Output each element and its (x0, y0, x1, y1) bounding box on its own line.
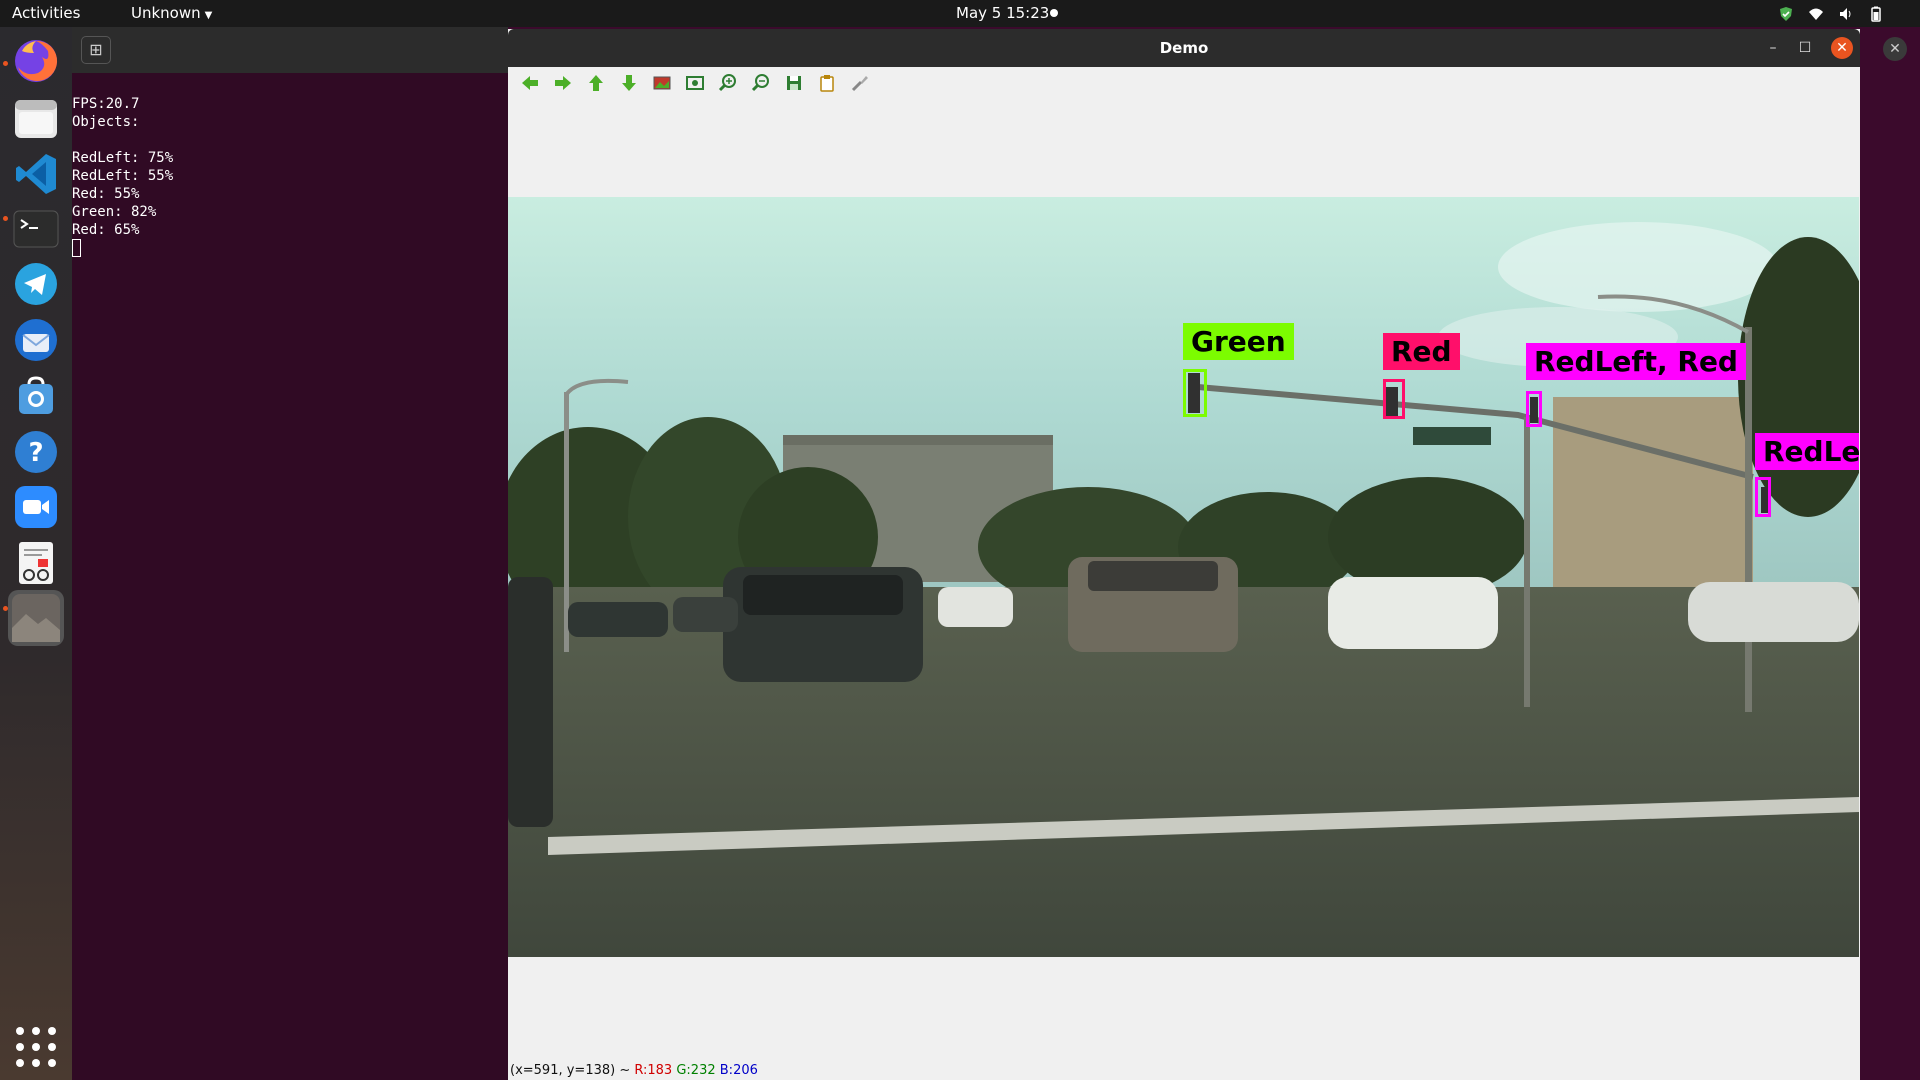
window-title: Demo (1159, 39, 1209, 57)
window-titlebar[interactable]: Demo – ☐ ✕ (508, 29, 1860, 67)
status-bar: (x=591, y=138) ~ R:183 G:232 B:206 (510, 1062, 758, 1080)
detection-box-redleft (1755, 477, 1771, 517)
copy-icon[interactable] (815, 71, 839, 95)
help-icon[interactable]: ? (8, 424, 64, 480)
arrow-left-icon[interactable] (518, 71, 542, 95)
volume-icon[interactable] (1838, 6, 1854, 22)
arrow-down-icon[interactable] (617, 71, 641, 95)
document-viewer-icon[interactable] (8, 535, 64, 591)
terminal-line: RedLeft: 75% (72, 150, 174, 166)
dock: ? (0, 27, 72, 1080)
maximize-icon[interactable]: ☐ (1794, 37, 1816, 59)
battery-icon[interactable] (1868, 6, 1884, 22)
cursor (72, 239, 81, 257)
detection-box-red (1383, 379, 1405, 419)
top-bar: Activities Unknown ▼ May 5 15:23 (0, 0, 1920, 27)
detection-label-redleft: RedLef (1755, 433, 1859, 470)
demo-window[interactable]: Demo – ☐ ✕ Green Red RedLeft, Red RedLe … (508, 29, 1860, 1080)
telegram-icon[interactable] (8, 256, 64, 312)
terminal-window[interactable]: ⊞ FPS:20.7 Objects: RedLeft: 75% RedLeft… (72, 27, 508, 1080)
terminal-line: RedLeft: 55% (72, 168, 174, 184)
detection-label-red: Red (1383, 333, 1460, 370)
files-icon[interactable] (8, 90, 64, 146)
settings-icon[interactable] (848, 71, 872, 95)
terminal-icon[interactable] (8, 201, 64, 257)
zoom-icon[interactable] (8, 479, 64, 535)
thunderbird-icon[interactable] (8, 312, 64, 368)
zoom-fit-icon[interactable] (683, 71, 707, 95)
toolbar (508, 67, 1860, 97)
terminal-line: FPS:20.7 (72, 96, 140, 112)
terminal-line: Red: 65% (72, 222, 140, 238)
close-icon[interactable]: ✕ (1831, 37, 1853, 59)
terminal-line: Objects: (72, 114, 140, 130)
detection-box-redleft-red (1526, 391, 1542, 427)
detection-label-green: Green (1183, 323, 1294, 360)
terminal-output[interactable]: FPS:20.7 Objects: RedLeft: 75% RedLeft: … (72, 73, 508, 257)
activities-button[interactable]: Activities (12, 4, 80, 22)
cursor-coords: (x=591, y=138) ~ (510, 1063, 631, 1078)
vscode-icon[interactable] (8, 146, 64, 202)
notification-dot (1050, 9, 1058, 17)
minimize-icon[interactable]: – (1762, 37, 1784, 59)
svg-text:?: ? (28, 438, 43, 468)
pixel-green-value: G:232 (676, 1063, 716, 1078)
detection-box-green (1183, 369, 1207, 417)
firefox-icon[interactable] (8, 33, 64, 89)
show-apps-grid-icon[interactable] (16, 1027, 56, 1067)
camera-frame-image[interactable]: Green Red RedLeft, Red RedLef (508, 197, 1859, 957)
detection-label-redleft-red: RedLeft, Red (1526, 343, 1746, 380)
zoom-in-icon[interactable] (716, 71, 740, 95)
pixel-red-value: R:183 (634, 1063, 673, 1078)
clock[interactable]: May 5 15:23 (956, 4, 1049, 22)
image-viewer-icon[interactable] (8, 590, 64, 646)
terminal-line: Red: 55% (72, 186, 140, 202)
shield-icon[interactable] (1778, 6, 1794, 22)
chevron-down-icon: ▼ (204, 10, 213, 21)
terminal-header: ⊞ (72, 27, 508, 73)
app-menu[interactable]: Unknown ▼ (131, 4, 212, 22)
terminal-line: Green: 82% (72, 204, 157, 220)
pixel-blue-value: B:206 (719, 1063, 758, 1078)
wifi-icon[interactable] (1808, 6, 1824, 22)
save-icon[interactable] (782, 71, 806, 95)
terminal-prompt[interactable] (72, 239, 508, 257)
zoom-out-icon[interactable] (749, 71, 773, 95)
system-tray[interactable] (1778, 3, 1884, 24)
software-icon[interactable] (8, 368, 64, 424)
app-menu-label: Unknown (131, 4, 201, 22)
arrow-right-icon[interactable] (551, 71, 575, 95)
close-icon[interactable]: ✕ (1883, 37, 1907, 61)
new-tab-icon[interactable]: ⊞ (81, 36, 111, 64)
arrow-up-icon[interactable] (584, 71, 608, 95)
image-icon[interactable] (650, 71, 674, 95)
